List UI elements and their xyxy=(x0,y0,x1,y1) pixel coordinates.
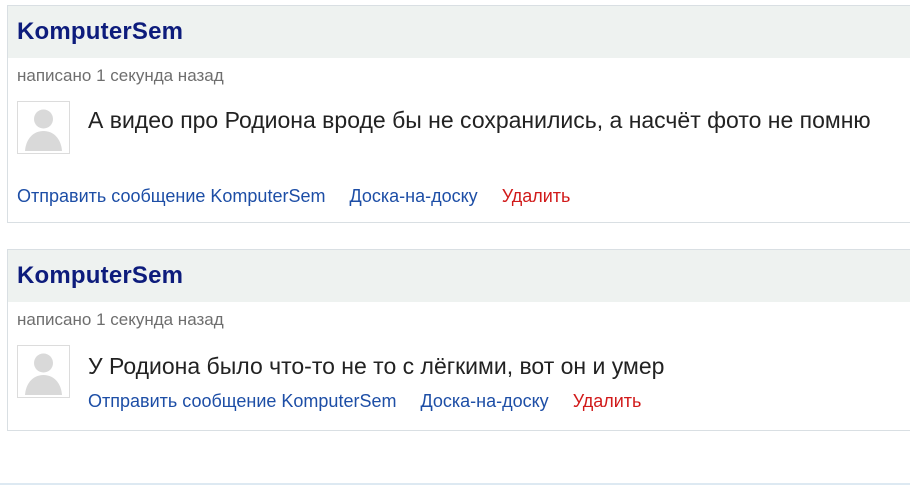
board-to-board-link[interactable]: Доска-на-доску xyxy=(349,186,477,207)
divider xyxy=(0,483,910,485)
comment-author[interactable]: KomputerSem xyxy=(17,262,183,290)
delete-link[interactable]: Удалить xyxy=(502,186,571,207)
comment-actions: Отправить сообщение KomputerSem Доска-на… xyxy=(88,391,641,412)
comment-actions: Отправить сообщение KomputerSem Доска-на… xyxy=(17,186,570,207)
avatar[interactable] xyxy=(17,345,70,398)
board-to-board-link[interactable]: Доска-на-доску xyxy=(420,391,548,412)
comment-item: KomputerSem написано 1 секунда назад У Р… xyxy=(7,249,910,431)
comment-item: KomputerSem написано 1 секунда назад А в… xyxy=(7,5,910,223)
comment-text: У Родиона было что-то не то с лёгкими, в… xyxy=(88,353,665,379)
user-silhouette-icon xyxy=(18,102,69,153)
avatar[interactable] xyxy=(17,101,70,154)
comment-feed: KomputerSem написано 1 секунда назад А в… xyxy=(0,0,910,488)
delete-link[interactable]: Удалить xyxy=(573,391,642,412)
user-silhouette-icon xyxy=(18,346,69,397)
comment-text: А видео про Родиона вроде бы не сохранил… xyxy=(88,107,871,133)
comment-timestamp: написано 1 секунда назад xyxy=(17,66,224,85)
send-message-link[interactable]: Отправить сообщение KomputerSem xyxy=(17,186,325,207)
send-message-link[interactable]: Отправить сообщение KomputerSem xyxy=(88,391,396,412)
comment-author[interactable]: KomputerSem xyxy=(17,18,183,46)
comment-timestamp: написано 1 секунда назад xyxy=(17,310,224,329)
comment-header: KomputerSem xyxy=(8,6,910,58)
comment-header: KomputerSem xyxy=(8,250,910,302)
